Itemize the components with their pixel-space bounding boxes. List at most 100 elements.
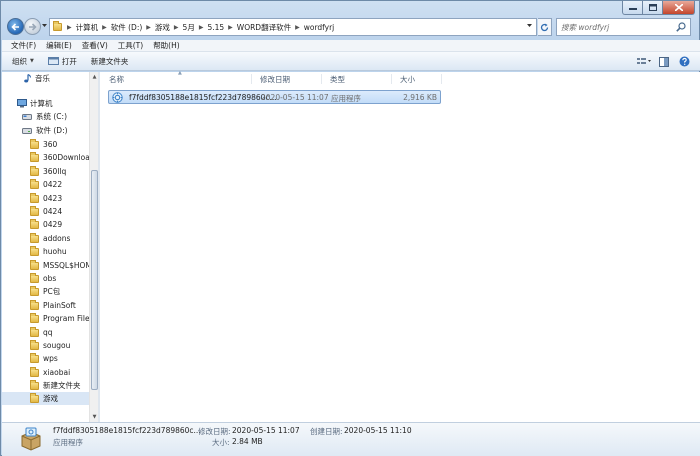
navigation-scrollbar[interactable]: ▲ ▼	[89, 72, 98, 422]
preview-pane-button[interactable]	[656, 55, 672, 68]
file-type: 应用程序	[331, 94, 361, 103]
column-header-size[interactable]: 大小	[392, 72, 442, 86]
address-history-dropdown-icon[interactable]	[527, 24, 532, 27]
back-button[interactable]	[7, 18, 24, 35]
scroll-up-icon[interactable]: ▲	[91, 73, 98, 81]
search-input[interactable]: 搜索 wordfyrj	[556, 18, 691, 36]
minimize-button[interactable]	[622, 1, 643, 15]
tree-label: MSSQL$HOM	[43, 261, 92, 270]
tree-folder[interactable]: huohu	[30, 245, 67, 258]
tree-folder[interactable]: wps	[30, 352, 58, 365]
chevron-right-icon: ▶	[228, 23, 233, 31]
tree-label: addons	[43, 234, 71, 243]
tree-label: 360	[43, 140, 58, 149]
menu-edit[interactable]: 编辑(E)	[41, 40, 77, 51]
folder-icon	[30, 352, 39, 363]
menu-view[interactable]: 查看(V)	[77, 40, 113, 51]
command-bar: 组织 ▼ 打开 新建文件夹	[2, 52, 700, 71]
change-view-button[interactable]	[636, 55, 652, 68]
breadcrumb-computer[interactable]: 计算机	[73, 22, 102, 33]
help-button[interactable]	[676, 55, 692, 68]
view-options-icon	[637, 58, 651, 64]
folder-icon	[30, 326, 39, 337]
column-name-label: 名称	[109, 74, 124, 84]
tree-folder[interactable]: PC包	[30, 285, 60, 298]
folder-icon	[30, 259, 39, 270]
file-name: f7fddf8305188e1815fcf223d789860c...	[129, 93, 277, 102]
tree-folder-selected[interactable]: 游戏	[2, 392, 89, 405]
tree-folder[interactable]: 0423	[30, 192, 62, 205]
maximize-button[interactable]	[643, 1, 663, 15]
open-label: 打开	[61, 56, 77, 66]
breadcrumb-word-translator[interactable]: WORD翻译软件	[234, 22, 294, 33]
organize-button[interactable]: 组织 ▼	[12, 56, 34, 67]
tree-folder[interactable]: addons	[30, 232, 70, 245]
refresh-button[interactable]	[538, 18, 552, 36]
new-folder-button[interactable]: 新建文件夹	[91, 56, 129, 67]
tree-label: 系统 (C:)	[36, 112, 67, 121]
drive-icon	[22, 128, 32, 134]
address-bar[interactable]: ▶ 计算机 ▶ 软件 (D:) ▶ 游戏 ▶ 5月 ▶ 5.15 ▶ WORD翻…	[49, 18, 537, 36]
tree-label: 音乐	[35, 74, 50, 83]
tree-item-drive-d[interactable]: 软件 (D:)	[22, 124, 68, 137]
tree-folder[interactable]: obs	[30, 272, 56, 285]
organize-label: 组织	[12, 56, 27, 66]
tree-folder[interactable]: PlainSoft	[30, 299, 76, 312]
breadcrumb-drive-d[interactable]: 软件 (D:)	[108, 22, 146, 33]
scroll-down-icon[interactable]: ▼	[91, 413, 98, 421]
breadcrumb-games[interactable]: 游戏	[152, 22, 173, 33]
tree-label: obs	[43, 274, 57, 283]
column-header-date[interactable]: 修改日期	[252, 72, 322, 86]
tree-folder[interactable]: 0429	[30, 218, 62, 231]
tree-folder[interactable]: qq	[30, 326, 53, 339]
application-icon	[112, 92, 123, 103]
tree-label: Program Files	[43, 314, 94, 323]
tree-label: 新建文件夹	[43, 381, 81, 390]
tree-folder[interactable]: 0424	[30, 205, 62, 218]
tree-folder[interactable]: xiaobai	[30, 366, 70, 379]
folder-icon	[30, 392, 39, 403]
breadcrumb-5-15[interactable]: 5.15	[204, 23, 227, 32]
tree-item-music[interactable]: 音乐	[22, 72, 50, 85]
tree-folder[interactable]: Program Files	[30, 312, 94, 325]
tree-item-drive-c[interactable]: 系统 (C:)	[22, 110, 67, 123]
toolbar-right	[632, 55, 692, 68]
window-controls	[622, 1, 695, 15]
menu-help[interactable]: 帮助(H)	[148, 40, 185, 51]
folder-icon	[30, 299, 39, 310]
setup-package-icon	[21, 427, 41, 451]
help-icon	[679, 56, 689, 67]
menu-tools[interactable]: 工具(T)	[113, 40, 148, 51]
tree-folder[interactable]: sougou	[30, 339, 70, 352]
tree-label: 0422	[43, 180, 63, 189]
file-list: 名称 ▲ 修改日期 类型 大小 f7fddf8305188e1815fcf223…	[100, 70, 700, 422]
breadcrumb-wordfyrj[interactable]: wordfyrj	[301, 23, 338, 32]
tree-folder[interactable]: 360Download	[30, 151, 95, 164]
file-row[interactable]: f7fddf8305188e1815fcf223d789860c... 2020…	[108, 90, 441, 104]
details-modified-label: 修改日期:	[198, 427, 231, 436]
details-created-label: 创建日期:	[310, 427, 343, 436]
tree-folder[interactable]: 新建文件夹	[30, 379, 81, 392]
scrollbar-thumb[interactable]	[91, 170, 98, 390]
drive-icon	[22, 114, 32, 120]
computer-icon	[17, 99, 27, 108]
tree-folder[interactable]: 360	[30, 138, 57, 151]
tree-folder[interactable]: 0422	[30, 178, 62, 191]
tree-folder[interactable]: 360llq	[30, 165, 66, 178]
forward-button[interactable]	[24, 18, 41, 35]
details-file-type: 应用程序	[53, 438, 83, 447]
column-header-type[interactable]: 类型	[322, 72, 392, 86]
folder-icon	[30, 192, 39, 203]
menu-file[interactable]: 文件(F)	[6, 40, 41, 51]
open-button[interactable]: 打开	[47, 56, 77, 67]
search-icon[interactable]	[676, 22, 686, 32]
chevron-down-icon: ▼	[30, 58, 34, 64]
close-button[interactable]	[663, 1, 695, 15]
tree-folder[interactable]: MSSQL$HOM	[30, 259, 92, 272]
recent-pages-dropdown-icon[interactable]	[42, 24, 47, 27]
column-header-name[interactable]: 名称 ▲	[100, 70, 252, 86]
tree-item-computer[interactable]: 计算机	[17, 97, 53, 110]
folder-icon	[30, 339, 39, 350]
breadcrumb-may[interactable]: 5月	[180, 22, 198, 33]
tree-label: huohu	[43, 247, 67, 256]
